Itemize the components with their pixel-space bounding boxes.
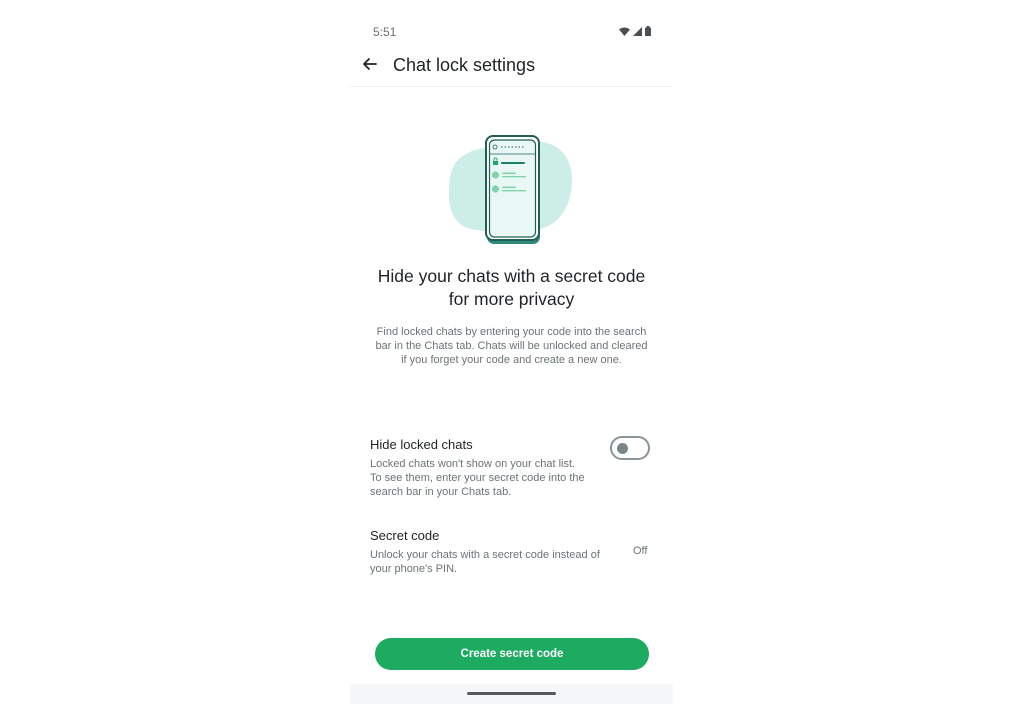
intro-description: Find locked chats by entering your code … [375, 326, 648, 366]
setting-description: Locked chats won't show on your chat lis… [370, 458, 585, 498]
battery-icon [645, 26, 651, 36]
create-secret-code-button[interactable]: Create secret code [375, 638, 649, 670]
app-bar: Chat lock settings [350, 48, 673, 87]
headline-line-1: Hide your chats with a secret code [377, 266, 646, 286]
home-gesture-handle[interactable] [467, 692, 556, 695]
page-title: Chat lock settings [393, 55, 536, 75]
secret-code-status: Off [633, 545, 648, 557]
navigation-bar [350, 684, 673, 704]
headline: Hide your chats with a secret code for m… [360, 265, 663, 311]
headline-line-2: for more privacy [448, 289, 575, 309]
setting-description: Unlock your chats with a secret code ins… [370, 549, 600, 575]
phone-lock-illustration [448, 135, 573, 244]
hide-locked-chats-toggle[interactable] [610, 436, 650, 460]
status-time: 5:51 [373, 25, 397, 39]
wifi-icon [619, 27, 630, 36]
status-icons [619, 26, 651, 36]
cellular-signal-icon [633, 26, 642, 36]
setting-secret-code[interactable]: Secret code Unlock your chats with a sec… [370, 528, 660, 577]
illustration-lock-icon [493, 161, 498, 165]
status-bar: 5:51 [350, 22, 673, 42]
arrow-left-icon[interactable] [360, 54, 380, 74]
toggle-knob [617, 443, 628, 454]
setting-title: Secret code [370, 528, 440, 543]
phone-screen: 5:51 Chat lock settings Hide your chats … [350, 0, 673, 705]
